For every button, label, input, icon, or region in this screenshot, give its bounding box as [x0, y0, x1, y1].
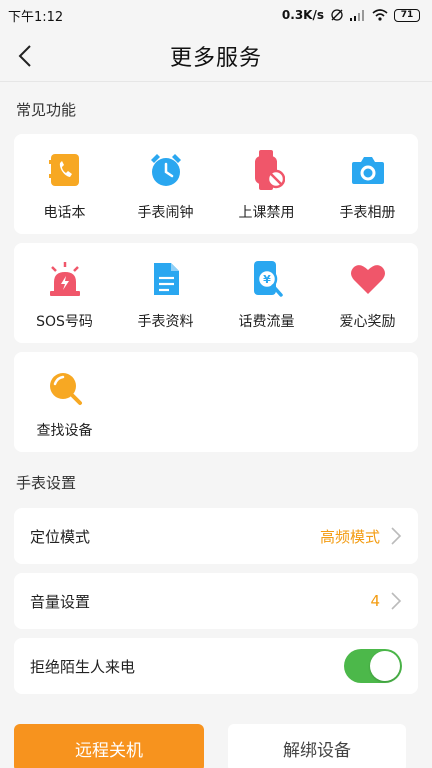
network-speed: 0.3K/s — [281, 8, 324, 22]
battery-level: 71 — [400, 10, 414, 20]
section-title-watch-settings: 手表设置 — [16, 474, 77, 492]
volume-label: 音量设置 — [30, 592, 91, 611]
phone-bill-icon: ¥ — [247, 259, 287, 299]
camera-icon — [348, 150, 388, 190]
grid-item-sos[interactable]: SOS号码 — [14, 243, 115, 339]
reject-strangers-label: 拒绝陌生人来电 — [30, 657, 136, 676]
back-icon[interactable] — [12, 42, 40, 70]
grid-item-find-device[interactable]: 查找设备 — [14, 352, 115, 448]
grid-label: 手表闹钟 — [137, 205, 194, 221]
find-device-icon — [45, 368, 85, 408]
chevron-right-icon — [391, 527, 402, 545]
svg-text:¥: ¥ — [263, 273, 271, 286]
document-icon — [146, 259, 186, 299]
grid-item-love-reward[interactable]: 爱心奖励 — [317, 243, 418, 339]
status-bar: 下午1:12 0.3K/s 71 — [0, 0, 432, 30]
grid-item-watch-info[interactable]: 手表资料 — [115, 243, 216, 339]
toggle-knob — [370, 651, 400, 681]
page-title: 更多服务 — [169, 45, 262, 71]
alarm-off-icon — [331, 9, 343, 21]
common-functions-row-3: 查找设备 — [14, 352, 418, 452]
grid-label: SOS号码 — [36, 314, 93, 330]
nav-bar: 更多服务 — [0, 30, 432, 82]
phonebook-icon — [45, 150, 85, 190]
unbind-device-button[interactable]: 解绑设备 — [228, 724, 406, 768]
grid-item-phonebook[interactable]: 电话本 — [14, 134, 115, 230]
status-indicators: 0.3K/s 71 — [282, 8, 420, 22]
section-title-common: 常见功能 — [16, 101, 77, 119]
wifi-icon — [372, 9, 388, 21]
watch-disabled-icon — [247, 150, 287, 190]
alarm-clock-icon — [146, 150, 186, 190]
grid-label: 查找设备 — [36, 423, 93, 439]
volume-row[interactable]: 音量设置 4 — [14, 573, 418, 629]
grid-item-album[interactable]: 手表相册 — [317, 134, 418, 230]
common-functions-row-1: 电话本 手表闹钟 上课禁用 手表相册 — [14, 134, 418, 234]
reject-strangers-toggle[interactable] — [344, 649, 402, 683]
volume-value: 4 — [370, 592, 380, 610]
grid-label: 话费流量 — [238, 314, 295, 330]
grid-item-phone-bill[interactable]: ¥ 话费流量 — [216, 243, 317, 339]
grid-label: 爱心奖励 — [339, 314, 396, 330]
location-mode-row[interactable]: 定位模式 高频模式 — [14, 508, 418, 564]
location-mode-label: 定位模式 — [30, 527, 91, 546]
chevron-right-icon — [391, 592, 402, 610]
grid-label: 上课禁用 — [238, 205, 295, 221]
grid-item-alarm[interactable]: 手表闹钟 — [115, 134, 216, 230]
heart-icon — [348, 259, 388, 299]
battery-icon: 71 — [394, 8, 420, 22]
signal-icon — [350, 10, 364, 21]
grid-label: 电话本 — [43, 205, 86, 221]
grid-label: 手表资料 — [137, 314, 194, 330]
location-mode-value: 高频模式 — [319, 527, 380, 546]
status-time: 下午1:12 — [8, 9, 64, 25]
sos-alarm-icon — [45, 259, 85, 299]
common-functions-row-2: SOS号码 手表资料 ¥ 话费流量 爱心奖励 — [14, 243, 418, 343]
reject-strangers-row: 拒绝陌生人来电 — [14, 638, 418, 694]
grid-item-class-disable[interactable]: 上课禁用 — [216, 134, 317, 230]
remote-shutdown-button[interactable]: 远程关机 — [14, 724, 204, 768]
grid-label: 手表相册 — [339, 205, 396, 221]
